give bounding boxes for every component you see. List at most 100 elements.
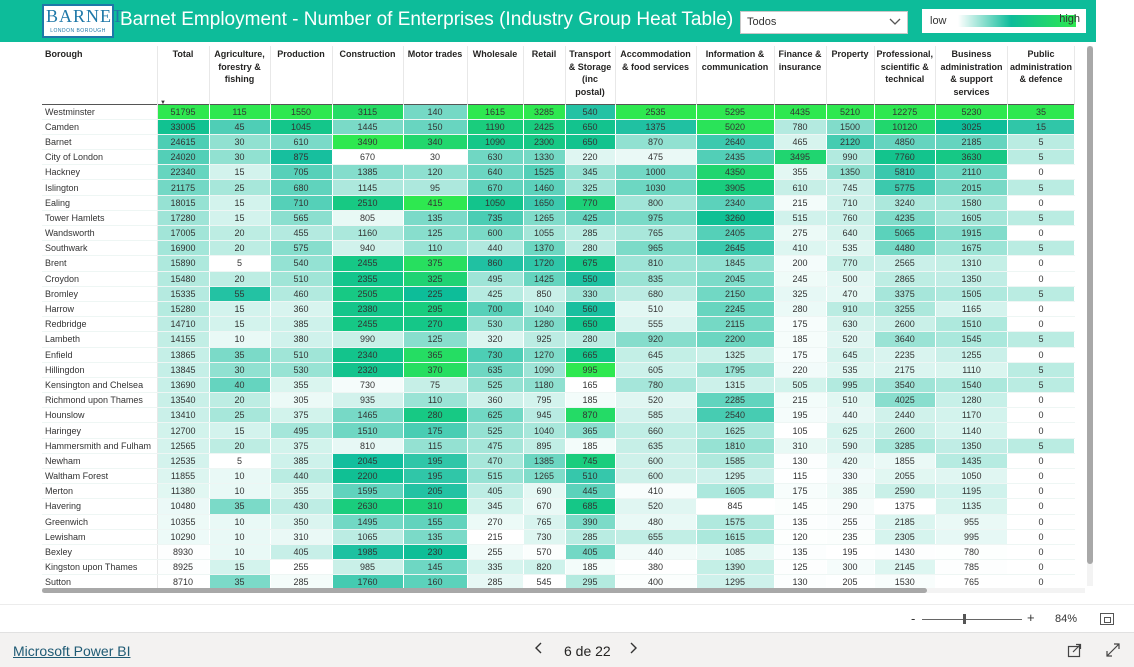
value-cell[interactable]: 20 bbox=[209, 225, 271, 242]
value-cell[interactable]: 525 bbox=[467, 377, 524, 394]
zoom-slider-track[interactable] bbox=[922, 619, 1022, 620]
column-header[interactable]: Agriculture, forestry & fishing bbox=[209, 46, 271, 104]
value-cell[interactable]: 24020 bbox=[157, 149, 210, 166]
value-cell[interactable]: 1615 bbox=[467, 104, 524, 120]
table-row[interactable]: Bromley 15335 55 460 2505 225 425 850 330 680 2150… bbox=[42, 286, 1076, 302]
value-cell[interactable]: 2405 bbox=[696, 225, 775, 242]
value-cell[interactable]: 365 bbox=[403, 347, 468, 363]
value-cell[interactable]: 1050 bbox=[467, 195, 524, 211]
value-cell[interactable]: 1140 bbox=[935, 422, 1009, 439]
value-cell[interactable]: 5775 bbox=[874, 179, 937, 196]
value-cell[interactable]: 15 bbox=[209, 559, 271, 576]
value-cell[interactable]: 365 bbox=[565, 422, 616, 439]
value-cell[interactable]: 360 bbox=[467, 392, 524, 409]
value-cell[interactable]: 115 bbox=[403, 438, 468, 454]
value-cell[interactable]: 375 bbox=[270, 407, 333, 424]
column-header[interactable]: Production bbox=[270, 46, 333, 104]
value-cell[interactable]: 35 bbox=[209, 574, 271, 588]
value-cell[interactable]: 770 bbox=[826, 255, 875, 272]
column-header-borough[interactable]: Borough ▼ bbox=[42, 46, 166, 106]
value-cell[interactable]: 325 bbox=[774, 286, 827, 302]
value-cell[interactable]: 135 bbox=[774, 514, 827, 530]
table-row[interactable]: Camden 33005 45 1045 1445 150 1190 2425 650 1375 5… bbox=[42, 119, 1076, 135]
value-cell[interactable]: 115 bbox=[774, 468, 827, 485]
value-cell[interactable]: 3540 bbox=[874, 377, 937, 394]
value-cell[interactable]: 1550 bbox=[270, 104, 333, 120]
value-cell[interactable]: 1000 bbox=[615, 164, 697, 181]
table-row[interactable]: Southwark 16900 20 575 940 110 440 1370 280 965 26… bbox=[42, 240, 1076, 257]
value-cell[interactable]: 1055 bbox=[523, 225, 566, 242]
borough-cell[interactable]: Southwark bbox=[42, 240, 158, 257]
value-cell[interactable]: 440 bbox=[467, 240, 524, 257]
value-cell[interactable]: 1425 bbox=[523, 271, 566, 287]
value-cell[interactable]: 0 bbox=[1007, 514, 1076, 530]
value-cell[interactable]: 540 bbox=[270, 255, 333, 272]
value-cell[interactable]: 2540 bbox=[696, 407, 775, 424]
value-cell[interactable]: 1315 bbox=[696, 377, 775, 394]
value-cell[interactable]: 195 bbox=[403, 468, 468, 485]
value-cell[interactable]: 2110 bbox=[935, 164, 1009, 181]
borough-cell[interactable]: Greenwich bbox=[42, 514, 158, 530]
value-cell[interactable]: 330 bbox=[565, 286, 616, 302]
value-cell[interactable]: 675 bbox=[565, 255, 616, 272]
value-cell[interactable]: 5295 bbox=[696, 104, 775, 120]
column-header[interactable]: Construction bbox=[332, 46, 404, 104]
value-cell[interactable]: 505 bbox=[774, 377, 827, 394]
value-cell[interactable]: 590 bbox=[826, 438, 875, 454]
borough-cell[interactable]: Bexley bbox=[42, 544, 158, 561]
value-cell[interactable]: 895 bbox=[523, 438, 566, 454]
value-cell[interactable]: 310 bbox=[774, 438, 827, 454]
value-cell[interactable]: 2200 bbox=[696, 331, 775, 348]
value-cell[interactable]: 605 bbox=[615, 362, 697, 378]
value-cell[interactable]: 345 bbox=[565, 164, 616, 181]
value-cell[interactable]: 2285 bbox=[696, 392, 775, 409]
value-cell[interactable]: 14710 bbox=[157, 316, 210, 333]
value-cell[interactable]: 2645 bbox=[696, 240, 775, 257]
value-cell[interactable]: 2865 bbox=[874, 271, 937, 287]
value-cell[interactable]: 13865 bbox=[157, 347, 210, 363]
value-cell[interactable]: 1045 bbox=[270, 119, 333, 135]
value-cell[interactable]: 2640 bbox=[696, 134, 775, 151]
value-cell[interactable]: 845 bbox=[696, 498, 775, 515]
value-cell[interactable]: 780 bbox=[935, 544, 1009, 561]
value-cell[interactable]: 375 bbox=[270, 438, 333, 454]
value-cell[interactable]: 500 bbox=[826, 271, 875, 287]
value-cell[interactable]: 730 bbox=[332, 377, 404, 394]
value-cell[interactable]: 685 bbox=[565, 498, 616, 515]
value-cell[interactable]: 2435 bbox=[696, 149, 775, 166]
table-row[interactable]: Lewisham 10290 10 310 1065 135 215 730 285 655 161… bbox=[42, 529, 1076, 545]
table-row[interactable]: Redbridge 14710 15 385 2455 270 530 1280 650 555 2… bbox=[42, 316, 1076, 333]
value-cell[interactable]: 0 bbox=[1007, 529, 1076, 545]
value-cell[interactable]: 4850 bbox=[874, 134, 937, 151]
column-header[interactable]: Finance & insurance bbox=[774, 46, 827, 104]
value-cell[interactable]: 2380 bbox=[332, 301, 404, 318]
value-cell[interactable]: 770 bbox=[565, 195, 616, 211]
value-cell[interactable]: 1330 bbox=[523, 149, 566, 166]
value-cell[interactable]: 525 bbox=[467, 422, 524, 439]
value-cell[interactable]: 550 bbox=[565, 271, 616, 287]
value-cell[interactable]: 20 bbox=[209, 240, 271, 257]
value-cell[interactable]: 520 bbox=[826, 331, 875, 348]
value-cell[interactable]: 95 bbox=[403, 179, 468, 196]
value-cell[interactable]: 160 bbox=[403, 574, 468, 588]
value-cell[interactable]: 390 bbox=[565, 514, 616, 530]
value-cell[interactable]: 140 bbox=[403, 104, 468, 120]
value-cell[interactable]: 700 bbox=[467, 301, 524, 318]
table-row[interactable]: Brent 15890 5 540 2455 375 860 1720 675 810 1845 20… bbox=[42, 255, 1076, 272]
value-cell[interactable]: 1050 bbox=[935, 468, 1009, 485]
value-cell[interactable]: 355 bbox=[270, 377, 333, 394]
value-cell[interactable]: 30 bbox=[209, 362, 271, 378]
value-cell[interactable]: 455 bbox=[270, 225, 333, 242]
value-cell[interactable]: 3285 bbox=[523, 104, 566, 120]
value-cell[interactable]: 745 bbox=[565, 453, 616, 470]
value-cell[interactable]: 2300 bbox=[523, 134, 566, 151]
value-cell[interactable]: 0 bbox=[1007, 559, 1076, 576]
value-cell[interactable]: 1370 bbox=[523, 240, 566, 257]
table-row[interactable]: Newham 12535 5 385 2045 195 470 1385 745 600 1585 1… bbox=[42, 453, 1076, 470]
value-cell[interactable]: 135 bbox=[774, 544, 827, 561]
value-cell[interactable]: 20 bbox=[209, 392, 271, 409]
value-cell[interactable]: 1375 bbox=[615, 119, 697, 135]
value-cell[interactable]: 420 bbox=[826, 453, 875, 470]
value-cell[interactable]: 850 bbox=[523, 286, 566, 302]
value-cell[interactable]: 205 bbox=[826, 574, 875, 588]
